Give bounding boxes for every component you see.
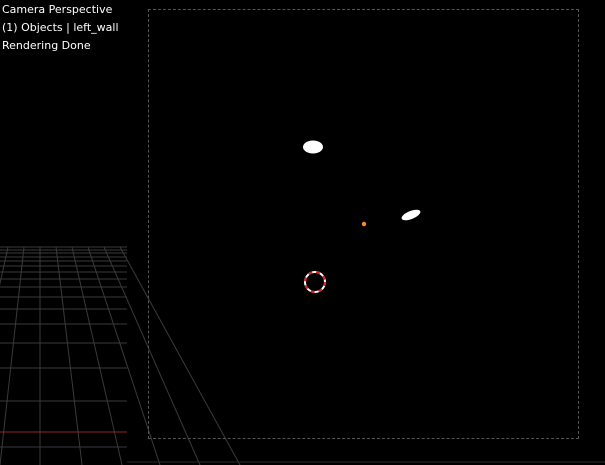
3d-cursor-icon[interactable]	[304, 271, 326, 293]
light-object-1[interactable]	[303, 140, 323, 154]
light-object-2[interactable]	[400, 208, 422, 223]
object-origin-icon[interactable]	[361, 221, 367, 227]
3d-viewport[interactable]: Camera Perspective (1) Objects | left_wa…	[0, 0, 605, 465]
scene-objects	[303, 140, 422, 293]
